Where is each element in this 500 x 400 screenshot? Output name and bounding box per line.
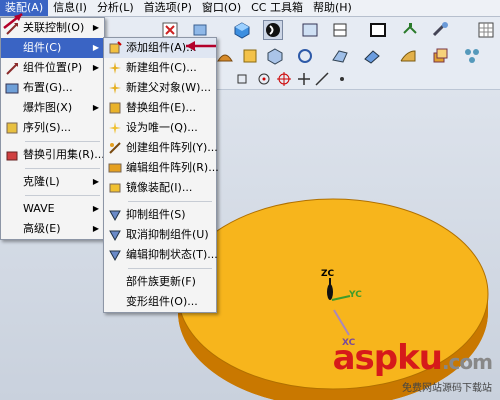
watermark: aspku.com 免费网站源码下载站: [332, 338, 493, 394]
watermark-brand: asp: [332, 338, 399, 378]
watermark-tagline: 免费网站源码下载站: [402, 383, 492, 394]
watermark-brand-2: ku: [397, 338, 443, 378]
watermark-suffix: .com: [441, 350, 493, 374]
